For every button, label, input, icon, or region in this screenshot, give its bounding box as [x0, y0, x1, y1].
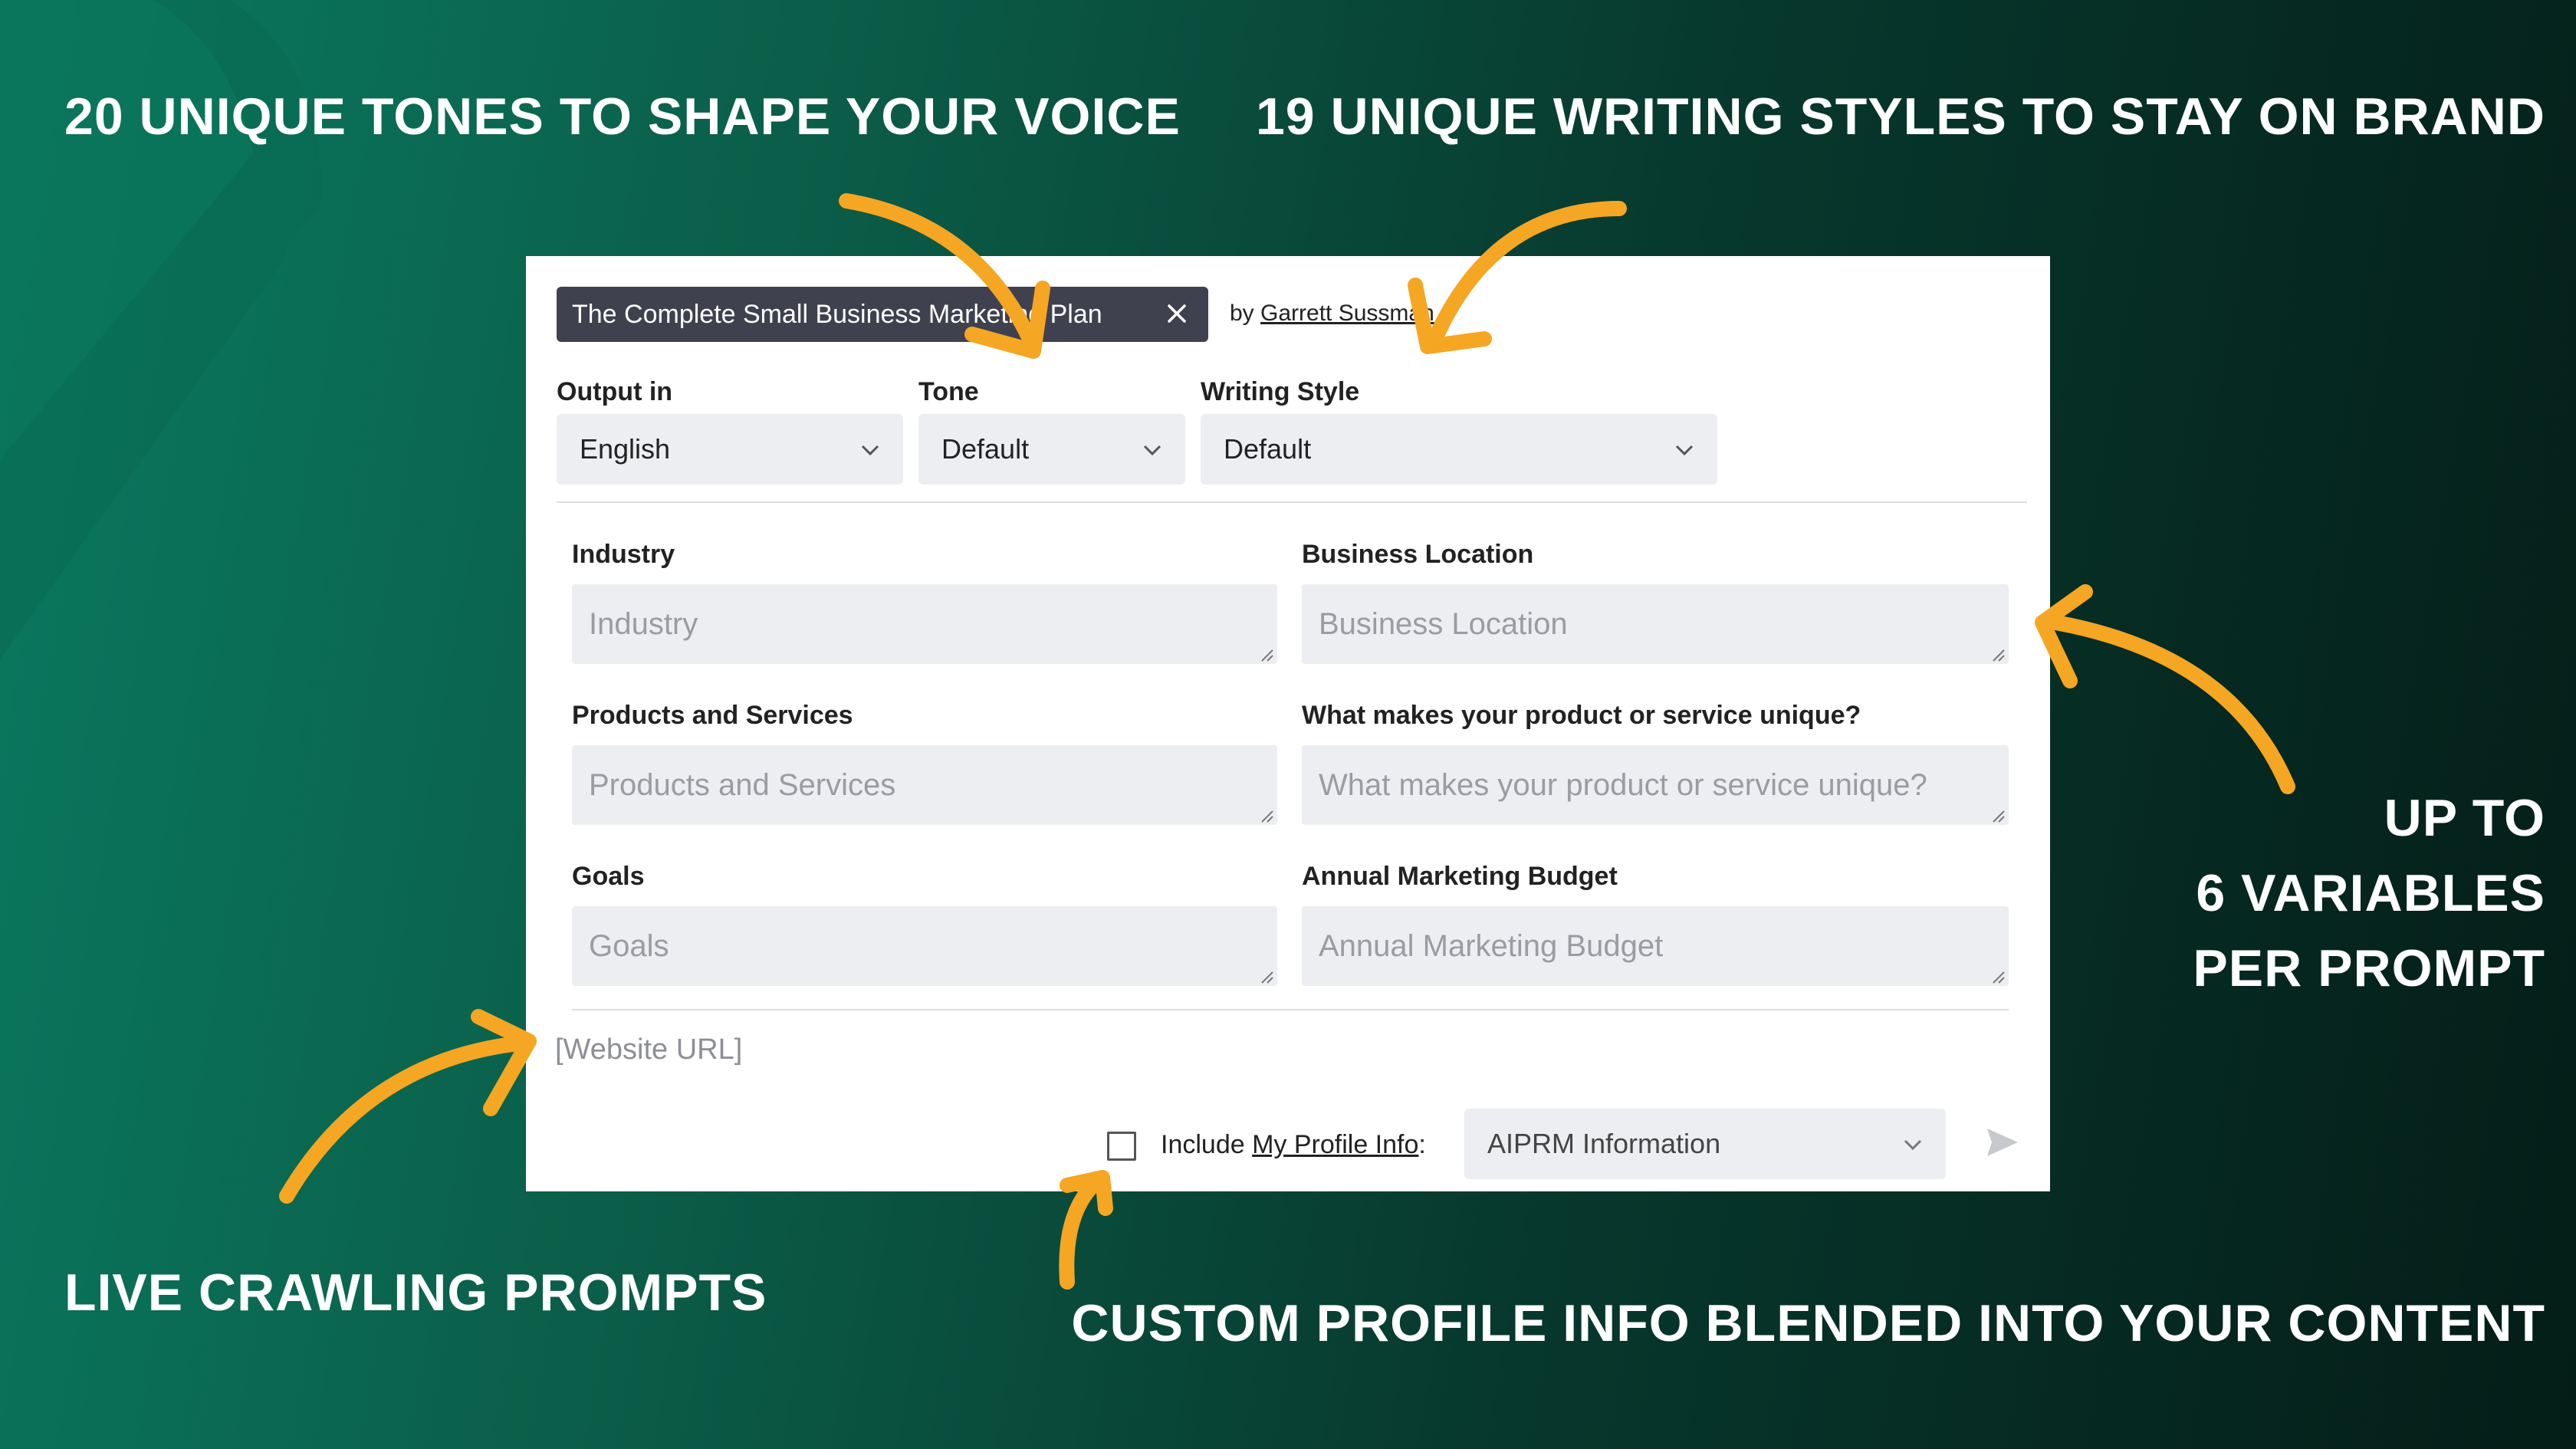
annotation-arrows	[279, 193, 2295, 1290]
arrow-icon	[839, 193, 1037, 345]
arrow-icon	[1426, 201, 1627, 350]
arrow-icon	[2039, 613, 2295, 794]
arrow-icon	[2035, 584, 2093, 688]
arrow-icon	[471, 1009, 537, 1116]
arrow-icon	[279, 1035, 534, 1204]
arrow-icon	[1059, 1173, 1106, 1290]
